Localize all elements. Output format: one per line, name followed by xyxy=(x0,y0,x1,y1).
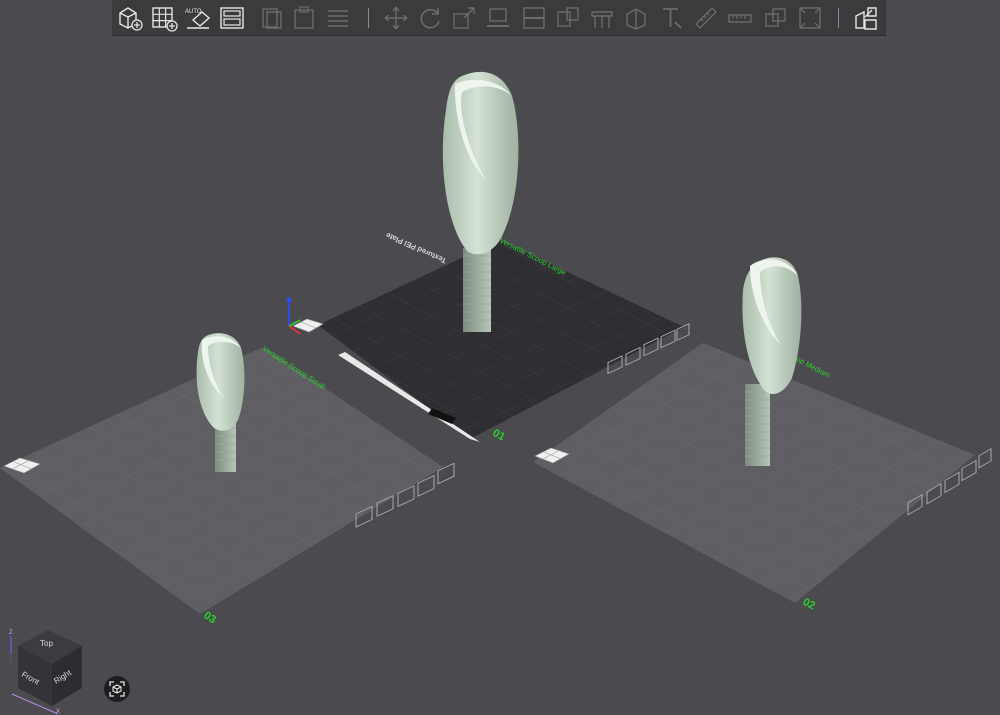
list-icon[interactable] xyxy=(324,4,352,32)
view-cube-top-label: Top xyxy=(40,639,53,648)
plate-02-number: 02 xyxy=(801,596,817,612)
text-icon[interactable] xyxy=(658,4,686,32)
view-cube[interactable]: Top Front Right Z X xyxy=(6,624,96,714)
seam-paint-icon[interactable] xyxy=(622,4,650,32)
auto-arrange-icon[interactable]: AUTO xyxy=(184,4,212,32)
bed-label: Textured PEI Plate xyxy=(384,231,447,266)
place-on-face-icon[interactable] xyxy=(484,4,512,32)
main-toolbar: AUTO xyxy=(112,0,886,36)
move-icon[interactable] xyxy=(382,4,410,32)
explode-view-icon[interactable] xyxy=(852,4,880,32)
layout-icon[interactable] xyxy=(218,4,246,32)
plate-02-grid xyxy=(533,343,975,603)
paste-icon[interactable] xyxy=(290,4,318,32)
plate-01-number: 01 xyxy=(491,427,507,443)
support-paint-icon[interactable] xyxy=(588,4,616,32)
assemble-icon[interactable] xyxy=(796,4,824,32)
cut-icon[interactable] xyxy=(520,4,548,32)
add-object-icon[interactable] xyxy=(116,4,144,32)
toolbar-separator xyxy=(838,8,839,28)
copy-icon[interactable] xyxy=(258,4,286,32)
rotate-icon[interactable] xyxy=(416,4,444,32)
toolbar-separator xyxy=(368,8,369,28)
plate-03-number: 03 xyxy=(201,609,218,626)
measure-icon[interactable] xyxy=(692,4,720,32)
axis-gizmo xyxy=(286,296,301,335)
split-icon[interactable] xyxy=(554,4,582,32)
scale-icon[interactable] xyxy=(450,4,478,32)
fit-view-button[interactable] xyxy=(104,676,130,702)
fit-view-icon xyxy=(109,681,125,697)
axis-z-label: Z xyxy=(9,630,13,636)
boolean-icon[interactable] xyxy=(762,4,790,32)
axis-x-label: X xyxy=(56,709,60,714)
ruler-icon[interactable] xyxy=(726,4,754,32)
add-plate-icon[interactable] xyxy=(150,4,178,32)
3d-viewport[interactable]: 03 Versatile Scoop Small 02 Versatile Sc… xyxy=(0,0,1000,715)
